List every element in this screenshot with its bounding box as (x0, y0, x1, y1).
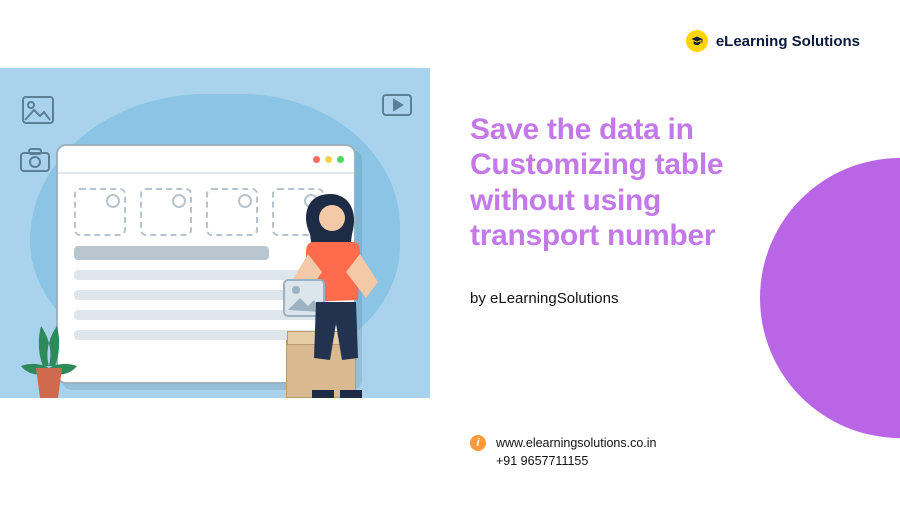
byline: by eLearningSolutions (470, 290, 790, 307)
minimize-dot-icon (325, 156, 332, 163)
upload-tile (206, 188, 258, 236)
camera-icon (20, 148, 50, 172)
maximize-dot-icon (337, 156, 344, 163)
person-illustration (282, 188, 392, 398)
plant-icon (14, 306, 84, 398)
brand-logo: eLearning Solutions (686, 30, 860, 52)
info-icon: i (470, 435, 486, 451)
contact-block: i www.elearningsolutions.co.in +91 96577… (470, 434, 657, 470)
contact-text: www.elearningsolutions.co.in +91 9657711… (496, 434, 657, 470)
content-line (74, 246, 269, 260)
graduation-cap-icon (686, 30, 708, 52)
phone: +91 9657711155 (496, 452, 657, 470)
picture-icon (22, 96, 54, 124)
brand-name: eLearning Solutions (716, 33, 860, 50)
website: www.elearningsolutions.co.in (496, 434, 657, 452)
window-controls (58, 146, 354, 174)
close-dot-icon (313, 156, 320, 163)
upload-tile (140, 188, 192, 236)
upload-tile (74, 188, 126, 236)
video-icon (382, 94, 412, 116)
page-title: Save the data in Customizing table witho… (470, 112, 790, 254)
hero-illustration (0, 68, 430, 398)
main-content: Save the data in Customizing table witho… (470, 112, 790, 307)
